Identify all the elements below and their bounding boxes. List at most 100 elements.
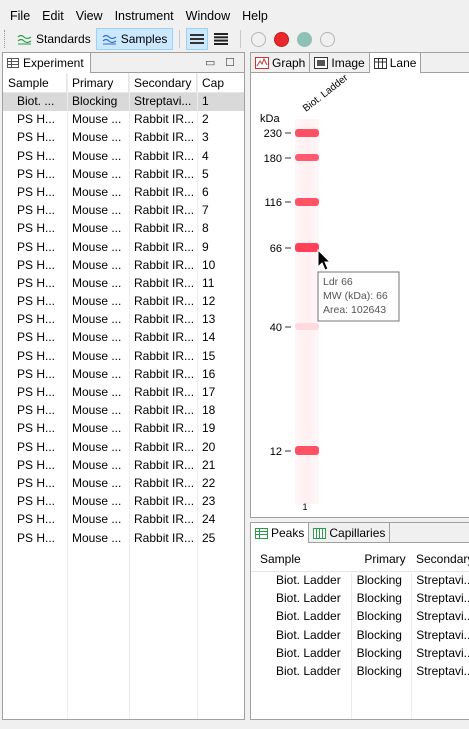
cell-secondary: Streptavi... bbox=[416, 663, 469, 678]
menu-instrument[interactable]: Instrument bbox=[115, 9, 174, 23]
column-divider bbox=[351, 573, 352, 719]
table-row[interactable]: PS H... Mouse ... Rabbit IR... 15 bbox=[3, 348, 244, 366]
table-row[interactable]: PS H... Mouse ... Rabbit IR... 3 bbox=[3, 129, 244, 147]
menu-window[interactable]: Window bbox=[186, 9, 230, 23]
teal-circle-icon[interactable] bbox=[297, 31, 313, 47]
table-row[interactable]: PS H... Mouse ... Rabbit IR... 24 bbox=[3, 511, 244, 529]
table-row[interactable]: PS H... Mouse ... Rabbit IR... 5 bbox=[3, 166, 244, 184]
tab-lane[interactable]: Lane bbox=[369, 53, 422, 73]
table-row[interactable]: Biot. Ladder Blocking Streptavi... bbox=[251, 663, 469, 681]
menu-file[interactable]: File bbox=[10, 9, 30, 23]
table-row[interactable]: PS H... Mouse ... Rabbit IR... 13 bbox=[3, 311, 244, 329]
red-circle-icon[interactable] bbox=[274, 31, 290, 47]
column-header-sample[interactable]: Sample bbox=[3, 73, 67, 92]
table-row[interactable]: PS H... Mouse ... Rabbit IR... 22 bbox=[3, 475, 244, 493]
menu-edit[interactable]: Edit bbox=[42, 9, 64, 23]
table-row[interactable]: PS H... Mouse ... Rabbit IR... 9 bbox=[3, 239, 244, 257]
cell-primary: Mouse ... bbox=[72, 403, 122, 418]
band-40[interactable] bbox=[295, 323, 319, 330]
column-header-cap[interactable]: Cap bbox=[197, 73, 243, 92]
cell-sample: PS H... bbox=[17, 239, 56, 254]
tab-image-label: Image bbox=[331, 56, 365, 70]
table-row[interactable]: PS H... Mouse ... Rabbit IR... 14 bbox=[3, 329, 244, 347]
table-row[interactable]: PS H... Mouse ... Rabbit IR... 2 bbox=[3, 111, 244, 129]
column-header-primary[interactable]: Primary bbox=[67, 73, 129, 92]
tab-graph[interactable]: Graph bbox=[251, 53, 311, 73]
cell-sample: PS H... bbox=[17, 494, 56, 509]
peaks-column-header-sample[interactable]: Sample bbox=[251, 548, 350, 571]
table-row[interactable]: PS H... Mouse ... Rabbit IR... 7 bbox=[3, 202, 244, 220]
cell-secondary: Rabbit IR... bbox=[134, 239, 195, 254]
maximize-icon[interactable]: ☐ bbox=[225, 56, 235, 69]
table-row[interactable]: PS H... Mouse ... Rabbit IR... 12 bbox=[3, 293, 244, 311]
peaks-grid-header: Sample Primary Secondary bbox=[251, 548, 469, 572]
empty-circle-icon[interactable] bbox=[251, 31, 267, 47]
table-row[interactable]: PS H... Mouse ... Rabbit IR... 25 bbox=[3, 530, 244, 548]
cell-secondary: Rabbit IR... bbox=[134, 275, 195, 290]
standards-button[interactable]: Standards bbox=[12, 28, 96, 50]
cell-primary: Mouse ... bbox=[72, 330, 122, 345]
tab-experiment[interactable]: Experiment bbox=[3, 52, 91, 73]
table-row[interactable]: PS H... Mouse ... Rabbit IR... 21 bbox=[3, 457, 244, 475]
table-row[interactable]: PS H... Mouse ... Rabbit IR... 17 bbox=[3, 384, 244, 402]
cell-cap: 16 bbox=[202, 366, 216, 381]
tab-peaks[interactable]: Peaks bbox=[251, 523, 310, 543]
table-row[interactable]: PS H... Mouse ... Rabbit IR... 19 bbox=[3, 420, 244, 438]
minimize-icon[interactable]: ▭ bbox=[205, 56, 215, 69]
table-row[interactable]: PS H... Mouse ... Rabbit IR... 18 bbox=[3, 402, 244, 420]
table-row[interactable]: PS H... Mouse ... Rabbit IR... 4 bbox=[3, 148, 244, 166]
table-row[interactable]: Biot. Ladder Blocking Streptavi... bbox=[251, 608, 469, 626]
cell-primary: Mouse ... bbox=[72, 530, 122, 545]
samples-button[interactable]: Samples bbox=[95, 28, 174, 50]
column-header-secondary[interactable]: Secondary bbox=[129, 73, 197, 92]
table-row[interactable]: PS H... Mouse ... Rabbit IR... 6 bbox=[3, 184, 244, 202]
table-row[interactable]: Biot. Ladder Blocking Streptavi... bbox=[251, 590, 469, 608]
empty-circle-icon[interactable] bbox=[320, 31, 336, 47]
table-row[interactable]: Biot. ... Blocking Streptavi... 1 bbox=[3, 93, 244, 112]
cell-secondary: Rabbit IR... bbox=[134, 330, 195, 345]
cell-primary: Mouse ... bbox=[72, 130, 122, 145]
toolbar-grip[interactable] bbox=[4, 30, 8, 48]
list-view-button[interactable] bbox=[186, 28, 209, 50]
table-row[interactable]: Biot. Ladder Blocking Streptavi... bbox=[251, 627, 469, 645]
tab-capillaries[interactable]: Capillaries bbox=[309, 523, 391, 543]
table-row[interactable]: PS H... Mouse ... Rabbit IR... 20 bbox=[3, 439, 244, 457]
cell-primary: Mouse ... bbox=[72, 312, 122, 327]
cell-secondary: Streptavi... bbox=[416, 573, 469, 587]
column-divider bbox=[197, 74, 198, 719]
cell-cap: 20 bbox=[202, 439, 216, 454]
graph-icon bbox=[255, 57, 269, 69]
table-row[interactable]: Biot. Ladder Blocking Streptavi... bbox=[251, 645, 469, 663]
table-row[interactable]: PS H... Mouse ... Rabbit IR... 16 bbox=[3, 366, 244, 384]
band-12[interactable] bbox=[295, 446, 319, 455]
cell-primary: Mouse ... bbox=[72, 221, 122, 236]
table-row[interactable]: Biot. Ladder Blocking Streptavi... bbox=[251, 572, 469, 590]
peaks-column-header-secondary[interactable]: Secondary bbox=[410, 548, 469, 571]
band-116[interactable] bbox=[295, 198, 319, 206]
cell-primary: Mouse ... bbox=[72, 421, 122, 436]
table-row[interactable]: PS H... Mouse ... Rabbit IR... 10 bbox=[3, 257, 244, 275]
table-row[interactable]: PS H... Mouse ... Rabbit IR... 11 bbox=[3, 275, 244, 293]
menu-view[interactable]: View bbox=[76, 9, 103, 23]
band-180[interactable] bbox=[295, 154, 319, 161]
cell-secondary: Rabbit IR... bbox=[134, 421, 195, 436]
table-row[interactable]: PS H... Mouse ... Rabbit IR... 8 bbox=[3, 220, 244, 238]
marker-label-116: 116 bbox=[264, 197, 282, 209]
cell-primary: Blocking bbox=[356, 627, 402, 642]
tab-image[interactable]: Image bbox=[310, 53, 370, 73]
cell-cap: 22 bbox=[202, 475, 216, 490]
menu-help[interactable]: Help bbox=[242, 9, 268, 23]
peaks-column-header-primary[interactable]: Primary bbox=[350, 548, 410, 571]
band-230[interactable] bbox=[295, 129, 319, 137]
table-row[interactable]: PS H... Mouse ... Rabbit IR... 23 bbox=[3, 493, 244, 511]
cell-sample: PS H... bbox=[17, 221, 56, 236]
cell-sample: Biot. Ladder bbox=[276, 645, 341, 660]
band-66[interactable] bbox=[295, 243, 319, 252]
cell-cap: 25 bbox=[202, 530, 216, 545]
cell-secondary: Streptavi... bbox=[134, 94, 192, 108]
cell-cap: 10 bbox=[202, 257, 216, 272]
list-view-icon bbox=[190, 34, 205, 44]
detail-view-button[interactable] bbox=[210, 28, 232, 50]
cell-sample: Biot. Ladder bbox=[276, 663, 341, 678]
samples-icon bbox=[102, 34, 117, 45]
